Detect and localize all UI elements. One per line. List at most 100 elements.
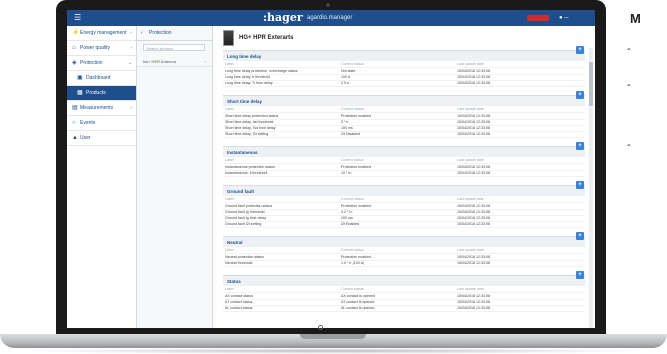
side-bullet-dash: -: [627, 79, 631, 91]
table-cell: I2t Enabled: [341, 222, 360, 226]
section-title: Ground fault: [227, 189, 254, 194]
screen-bottom-edge: [67, 328, 595, 330]
subnav-title: Protection: [149, 30, 172, 36]
table-cell: Long time delay, Tr time delay: [225, 81, 273, 85]
sidebar-item-energy-management[interactable]: ⚡ Energy management ›: [67, 26, 136, 41]
side-heading: M: [630, 11, 641, 26]
table-row[interactable]: Short time delay, I2t setting I2t Disable…: [223, 131, 585, 138]
sidebar-item-events[interactable]: ○ Events: [67, 116, 136, 131]
section-add-button[interactable]: +: [576, 46, 584, 54]
sidebar-item-label: Protection: [80, 60, 103, 66]
sidebar-item-measurements[interactable]: ▤ Measurements ›: [67, 101, 136, 116]
column-header: Last update date: [457, 62, 484, 66]
events-icon: ○: [72, 120, 76, 126]
table-cell: 15/04/2018 12:33:08: [457, 222, 490, 226]
brand-subtitle: agardio.manager: [307, 15, 353, 21]
sidebar-item-label: Products: [86, 90, 106, 96]
sidebar-item-power-quality[interactable]: ⌂ Power quality ›: [67, 41, 136, 56]
column-header: Last update date: [457, 197, 484, 201]
table-cell: Ground fault I2t setting: [225, 222, 262, 226]
section-header: Long time delay +: [223, 46, 585, 61]
table-header-row: Label Current status Last update date: [223, 106, 585, 113]
column-header: Label: [225, 62, 234, 66]
column-header: Last update date: [457, 158, 484, 162]
device-title: HG+ HPR Exterarts: [239, 35, 294, 41]
subnav-header[interactable]: ‹ Protection: [137, 26, 212, 41]
table-row[interactable]: Neutral threshold 1.0 * Ir (100 A) 15/04/2…: [223, 260, 585, 267]
laptop-shadow: [20, 348, 647, 354]
laptop-notch: [300, 334, 366, 339]
side-bullet-dash: -: [627, 43, 631, 55]
column-header: Last update date: [457, 107, 484, 111]
table-cell: I2t Disabled: [341, 132, 360, 136]
table-row[interactable]: Ground fault I2t setting I2t Enabled 15/04…: [223, 221, 585, 228]
section-title: Instantaneous: [227, 150, 258, 155]
alert-indicator[interactable]: [527, 15, 549, 21]
brand-logo: :hager: [263, 11, 303, 24]
chevron-icon: ⌄: [127, 60, 132, 66]
products-icon: ▦: [77, 90, 83, 96]
shield-icon: ◈: [72, 60, 77, 66]
table-row[interactable]: Long time delay, Tr time delay 2.5 s 15/04…: [223, 80, 585, 87]
sidebar-item-label: Energy management: [80, 30, 127, 36]
section-add-button[interactable]: +: [576, 142, 584, 150]
section-header: Instantaneous +: [223, 142, 585, 157]
table-header-row: Label Current status Last update date: [223, 61, 585, 68]
section-header: Status +: [223, 271, 585, 286]
table-header-row: Label Current status Last update date: [223, 286, 585, 293]
table-header-row: Label Current status Last update date: [223, 157, 585, 164]
section-title: Short time delay: [227, 99, 263, 104]
product-search-input[interactable]: Search product: [143, 44, 205, 51]
column-header: Label: [225, 158, 234, 162]
section-add-button[interactable]: +: [576, 232, 584, 240]
home-dot-icon: [318, 325, 323, 330]
column-header: Current status: [341, 197, 364, 201]
table-header-row: Label Current status Last update date: [223, 247, 585, 254]
column-header: Last update date: [457, 287, 484, 291]
table-row[interactable]: AL contact status AL contact is opened 15/…: [223, 305, 585, 312]
sidebar-item-products[interactable]: ▦ Products: [67, 86, 136, 101]
sidebar-item-user[interactable]: ▲ User: [67, 131, 136, 146]
measure-icon: ▤: [72, 105, 78, 111]
sidebar-item-label: Dashboard: [86, 75, 111, 81]
menu-icon[interactable]: ☰: [74, 14, 81, 22]
table-cell: 15/04/2018 12:33:08: [457, 306, 490, 310]
table-cell: 10 * In: [341, 171, 352, 175]
column-header: Current status: [341, 248, 364, 252]
camera-dot: [326, 3, 330, 7]
table-header-row: Label Current status Last update date: [223, 196, 585, 203]
table-row[interactable]: Instantaneous, Ii threshold 10 * In 15/04/…: [223, 170, 585, 177]
table-cell: 1.0 * Ir (100 A): [341, 261, 365, 265]
sub-navigation: ‹ Protection Search product hw+ HPR Ante…: [137, 26, 213, 330]
back-icon[interactable]: ‹: [141, 30, 143, 36]
subnav-item-product[interactable]: hw+ HPR Antenna ›: [137, 56, 212, 67]
section-title: Neutral: [227, 240, 243, 245]
quality-icon: ⌂: [72, 45, 76, 51]
device-image: [223, 30, 234, 46]
column-header: Last update date: [457, 248, 484, 252]
user-menu[interactable]: ● ─: [559, 14, 569, 22]
section-add-button[interactable]: +: [576, 181, 584, 189]
dashboard-icon: ▣: [77, 75, 83, 81]
bolt-icon: ⚡: [72, 30, 80, 36]
chevron-icon: ›: [130, 45, 132, 51]
subnav-item-label: hw+ HPR Antenna: [143, 59, 176, 64]
main-content: HG+ HPR Exterarts Long time delay + Label C…: [213, 26, 595, 330]
section-title: Status: [227, 279, 241, 284]
column-header: Label: [225, 197, 234, 201]
chevron-icon: ›: [130, 105, 132, 111]
sidebar-item-protection[interactable]: ◈ Protection ⌄: [67, 56, 136, 71]
table-cell: 15/04/2018 12:33:08: [457, 132, 490, 136]
section-add-button[interactable]: +: [576, 91, 584, 99]
section-add-button[interactable]: +: [576, 271, 584, 279]
table-cell: 2.5 s: [341, 81, 349, 85]
table-cell: AL contact status: [225, 306, 253, 310]
table-cell: Instantaneous, Ii threshold: [225, 171, 268, 175]
table-cell: 15/04/2018 12:33:08: [457, 171, 490, 175]
sidebar-item-dashboard[interactable]: ▣ Dashboard: [67, 71, 136, 86]
scrollbar-thumb[interactable]: [589, 62, 593, 106]
table-cell: Neutral threshold: [225, 261, 253, 265]
table-cell: Short time delay, I2t setting: [225, 132, 269, 136]
laptop-bezel: ☰ :hager agardio.manager ● ─ ⚡ Energy man…: [56, 0, 606, 339]
column-header: Label: [225, 287, 234, 291]
